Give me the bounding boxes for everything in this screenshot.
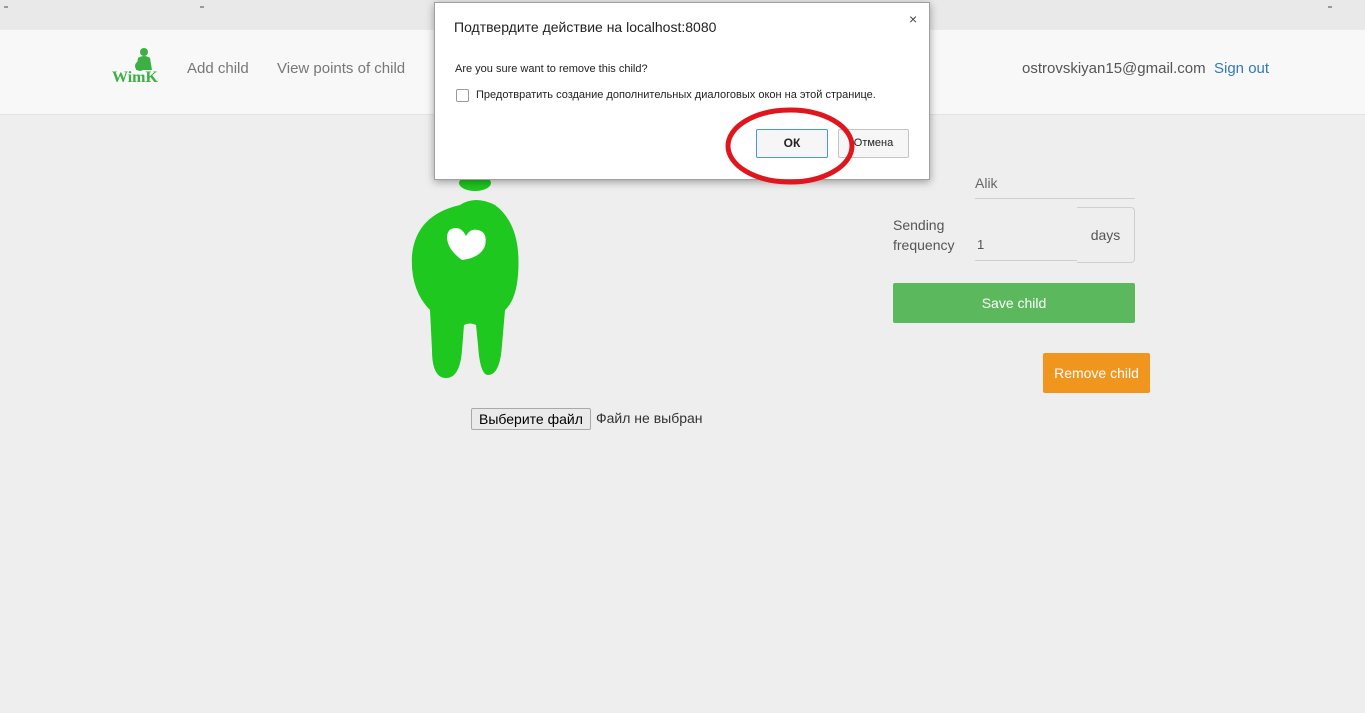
prevent-dialogs-checkbox[interactable] [456, 89, 469, 102]
nav-view-points[interactable]: View points of child [277, 60, 405, 77]
frequency-input-group: 1 days [975, 207, 1135, 263]
child-avatar-image [411, 175, 519, 378]
file-status-text: Файл не выбран [596, 410, 703, 426]
child-photo [400, 150, 530, 385]
user-email: ostrovskiyan15@gmail.com [1022, 60, 1206, 77]
strip-mark [200, 6, 204, 8]
child-name-value: Alik [975, 175, 998, 191]
child-name-field[interactable]: Alik [975, 172, 1135, 199]
frequency-value: 1 [977, 237, 985, 252]
frequency-unit-addon: days [1077, 207, 1135, 263]
close-icon[interactable]: × [909, 11, 917, 27]
prevent-dialogs-label: Предотвратить создание дополнительных ди… [476, 89, 876, 101]
dialog-cancel-button[interactable]: Отмена [838, 129, 909, 158]
confirm-dialog: Подтвердите действие на localhost:8080 ×… [434, 2, 930, 180]
brand-text: WimK [112, 69, 158, 86]
strip-mark [4, 6, 8, 8]
choose-file-button[interactable]: Выберите файл [471, 408, 591, 430]
dialog-title: Подтвердите действие на localhost:8080 [454, 19, 717, 35]
dialog-message: Are you sure want to remove this child? [455, 63, 648, 75]
brand-logo[interactable]: WimK [110, 46, 170, 88]
frequency-label: Sending frequency [893, 217, 955, 253]
save-child-button[interactable]: Save child [893, 283, 1135, 323]
strip-mark [1328, 6, 1332, 8]
nav-add-child[interactable]: Add child [187, 60, 249, 77]
dialog-ok-button[interactable]: ОК [756, 129, 828, 158]
remove-child-button[interactable]: Remove child [1043, 353, 1150, 393]
frequency-input[interactable]: 1 [975, 207, 1077, 261]
sign-out-link[interactable]: Sign out [1214, 60, 1269, 77]
